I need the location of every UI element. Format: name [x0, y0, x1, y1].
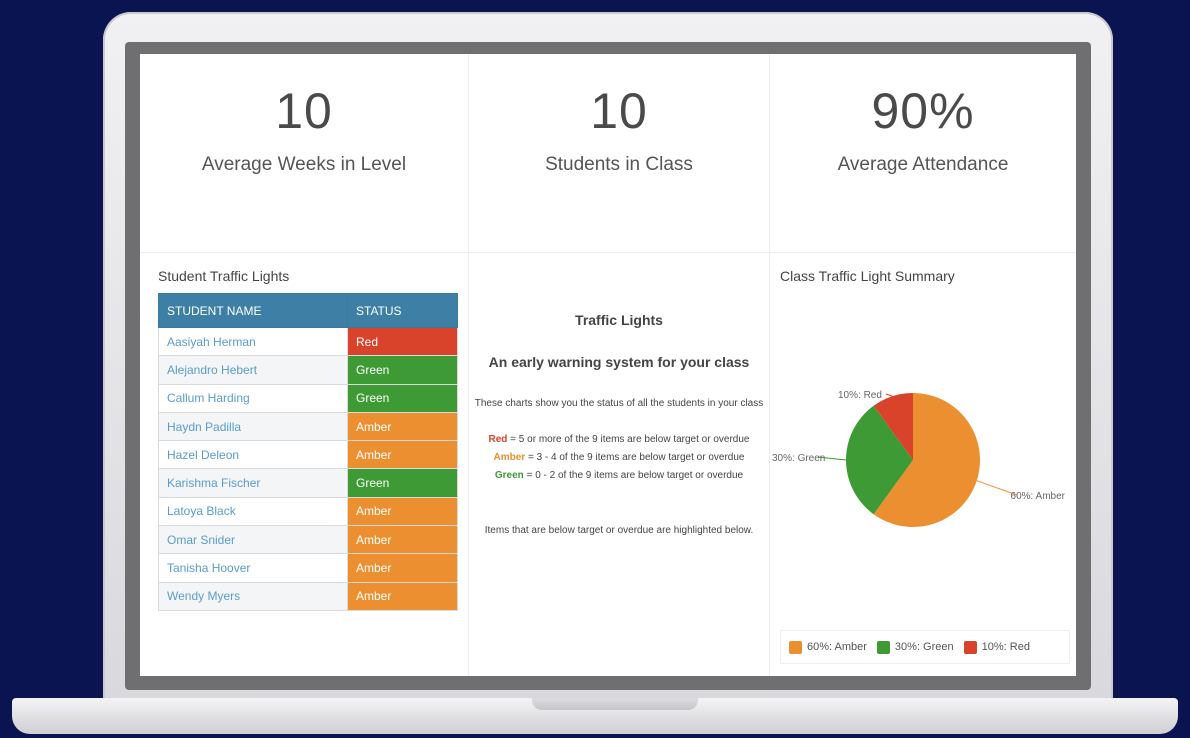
- stat-value: 10: [275, 83, 333, 139]
- table-row[interactable]: Tanisha Hoover Amber: [158, 553, 458, 583]
- laptop-base: [12, 698, 1178, 734]
- table-row[interactable]: Haydn Padilla Amber: [158, 411, 458, 442]
- legend-label: 10%: Red: [981, 641, 1030, 653]
- legend-item[interactable]: 30%: Green: [876, 640, 954, 654]
- stat-label: Average Attendance: [837, 154, 1009, 175]
- stat-students-in-class: 10 Students in Class: [469, 54, 770, 252]
- student-name-cell[interactable]: Omar Snider: [158, 525, 348, 555]
- stat-weeks-in-level: 10 Average Weeks in Level: [140, 54, 469, 252]
- status-cell: Amber: [347, 581, 458, 611]
- info-subtitle: An early warning system for your class: [488, 354, 750, 370]
- student-name-cell[interactable]: Latoya Black: [158, 496, 348, 527]
- status-cell: Green: [347, 355, 458, 385]
- summary-title: Class Traffic Light Summary: [780, 268, 955, 284]
- info-title: Traffic Lights: [575, 312, 663, 328]
- info-description: These charts show you the status of all …: [474, 398, 764, 409]
- student-name-cell[interactable]: Alejandro Hebert: [158, 355, 348, 385]
- student-name-cell[interactable]: Tanisha Hoover: [158, 553, 348, 583]
- table-header-row: STUDENT NAME STATUS: [158, 293, 458, 328]
- stat-value: 90%: [871, 83, 975, 139]
- status-cell: Amber: [347, 525, 458, 555]
- student-name-cell[interactable]: Hazel Deleon: [158, 440, 348, 470]
- amber-text: = 3 - 4 of the 9 items are below target …: [525, 452, 745, 463]
- table-row[interactable]: Karishma Fischer Green: [158, 468, 458, 498]
- status-cell: Green: [347, 383, 458, 413]
- traffic-lights-info: Traffic Lights An early warning system f…: [469, 304, 769, 536]
- pie-legend: 60%: Amber 30%: Green 10%: Red: [780, 630, 1070, 664]
- table-row[interactable]: Alejandro Hebert Green: [158, 355, 458, 385]
- red-text: = 5 or more of the 9 items are below tar…: [507, 434, 750, 445]
- class-summary-pie-chart: 60%: Amber 30%: Green 10%: Red: [772, 390, 1066, 527]
- pie-slice-label: 60%: Amber: [1011, 491, 1066, 502]
- info-note: Items that are below target or overdue a…: [484, 525, 754, 536]
- status-cell: Amber: [347, 496, 458, 527]
- stat-average-attendance: 90% Average Attendance: [770, 54, 1076, 252]
- student-name-cell[interactable]: Callum Harding: [158, 383, 348, 413]
- status-cell: Amber: [347, 440, 458, 470]
- amber-word: Amber: [493, 452, 526, 463]
- legend-swatch: [789, 640, 802, 654]
- status-cell: Amber: [347, 411, 458, 442]
- dashboard-screen: 10 Average Weeks in Level 10 Students in…: [140, 54, 1076, 676]
- traffic-table-title: Student Traffic Lights: [158, 268, 290, 284]
- traffic-lights-table: STUDENT NAME STATUS Aasiyah Herman Red Ale…: [158, 293, 458, 611]
- student-name-cell[interactable]: Wendy Myers: [158, 581, 348, 611]
- green-text: = 0 - 2 of the 9 items are below target …: [523, 470, 744, 481]
- column-header-status[interactable]: STATUS: [347, 293, 458, 328]
- legend-label: 60%: Amber: [807, 641, 867, 653]
- table-row[interactable]: Callum Harding Green: [158, 383, 458, 413]
- legend-swatch: [876, 640, 890, 654]
- student-name-cell[interactable]: Haydn Padilla: [158, 411, 348, 442]
- red-word: Red: [488, 434, 508, 445]
- status-cell: Red: [347, 326, 458, 357]
- table-row[interactable]: Latoya Black Amber: [158, 496, 458, 527]
- amber-definition: Amber = 3 - 4 of the 9 items are below t…: [469, 449, 769, 467]
- row-divider: [140, 252, 1076, 253]
- stat-label: Students in Class: [545, 154, 693, 175]
- table-row[interactable]: Wendy Myers Amber: [158, 581, 458, 611]
- stat-label: Average Weeks in Level: [201, 154, 407, 175]
- pie-slice-label: 10%: Red: [838, 390, 882, 401]
- red-definition: Red = 5 or more of the 9 items are below…: [469, 431, 769, 449]
- status-cell: Green: [347, 468, 458, 498]
- pie-leader-line: [885, 393, 893, 397]
- table-row[interactable]: Aasiyah Herman Red: [158, 326, 458, 357]
- status-definitions: Red = 5 or more of the 9 items are below…: [469, 431, 769, 485]
- student-name-cell[interactable]: Aasiyah Herman: [158, 326, 348, 357]
- status-cell: Amber: [347, 553, 458, 583]
- pie-slice-label: 30%: Green: [772, 453, 825, 464]
- legend-swatch: [963, 640, 977, 654]
- stat-value: 10: [590, 83, 648, 139]
- laptop-notch: [532, 698, 698, 710]
- legend-label: 30%: Green: [894, 641, 954, 653]
- green-word: Green: [494, 470, 524, 481]
- green-definition: Green = 0 - 2 of the 9 items are below t…: [469, 467, 769, 485]
- table-row[interactable]: Hazel Deleon Amber: [158, 440, 458, 470]
- legend-item[interactable]: 60%: Amber: [789, 640, 867, 654]
- legend-item[interactable]: 10%: Red: [963, 640, 1030, 654]
- student-name-cell[interactable]: Karishma Fischer: [158, 468, 348, 498]
- table-row[interactable]: Omar Snider Amber: [158, 525, 458, 555]
- column-header-student-name[interactable]: STUDENT NAME: [158, 293, 348, 328]
